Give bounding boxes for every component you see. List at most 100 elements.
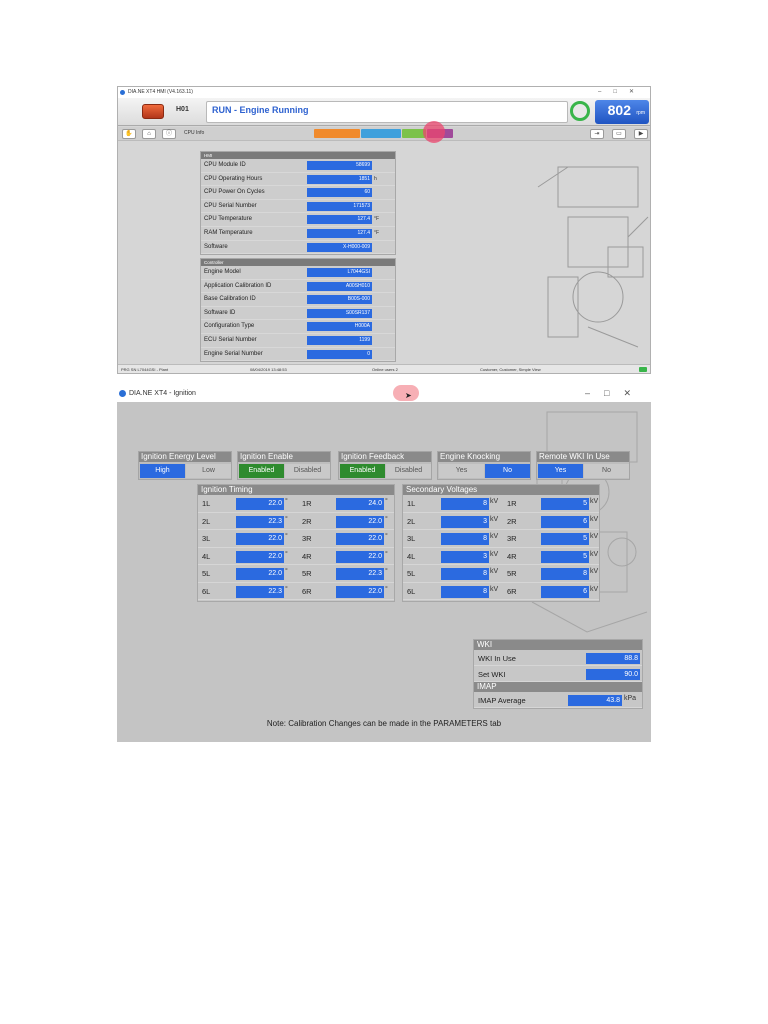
option-right-button[interactable]: Low <box>186 464 231 478</box>
cylinder-right-unit: kV <box>590 498 599 505</box>
export-icon[interactable]: ⇥ <box>590 129 604 139</box>
cylinder-left-unit: ° <box>285 585 288 593</box>
next-icon[interactable]: ▶ <box>634 129 648 139</box>
set-wki-row: Set WKI 90.0 <box>474 666 642 682</box>
info-row: RAM Temperature 127.4 °F <box>201 226 395 241</box>
info-label: Engine Model <box>204 269 241 275</box>
tab-2[interactable] <box>361 129 401 138</box>
option-left-button[interactable]: Yes <box>439 464 484 478</box>
table-row: 2L 3 kV 2R 6 kV <box>403 513 599 530</box>
option-right-button[interactable]: No <box>485 464 530 478</box>
option-group: Ignition Enable Enabled Disabled <box>237 451 331 480</box>
statusbar-view: Customer, Customer, Simple View <box>480 367 541 372</box>
option-left-button[interactable]: Enabled <box>340 464 385 478</box>
info-row: Application Calibration ID A00SH010 <box>201 279 395 294</box>
info-row: CPU Module ID 58699 <box>201 159 395 173</box>
option-right-button[interactable]: No <box>584 464 629 478</box>
imap-title: IMAP <box>474 682 642 692</box>
info-label: CPU Power On Cycles <box>204 189 265 196</box>
cylinder-right-unit: kV <box>590 550 599 558</box>
option-left-button[interactable]: Yes <box>538 464 583 478</box>
option-right-button[interactable]: Disabled <box>386 464 431 478</box>
set-wki-value[interactable]: 90.0 <box>586 669 640 680</box>
info-value: 171573 <box>307 201 372 211</box>
info-row: Base Calibration ID B00S-000 <box>201 293 395 307</box>
info-label: ECU Serial Number <box>204 336 257 343</box>
table-row: 3L 8 kV 3R 5 kV <box>403 530 599 548</box>
cylinder-left-value: 22.3 <box>236 515 284 528</box>
home-icon[interactable]: ⌂ <box>142 129 156 139</box>
table-row: 4L 22.0 ° 4R 22.0 ° <box>198 548 394 565</box>
cylinder-right-value: 6 <box>541 585 589 598</box>
secondary-voltages-table: Secondary Voltages 1L 8 kV 1R 5 kV 2L 3 kV 2R 6 kV 3… <box>402 484 600 602</box>
info-value: S00SR137 <box>307 308 372 318</box>
cylinder-left-label: 6L <box>407 586 416 596</box>
info-label: CPU Temperature <box>204 216 252 223</box>
ignition-window-title: DIA.NE XT4 - Ignition <box>129 390 196 397</box>
option-group: Remote WKI In Use Yes No <box>536 451 630 480</box>
statusbar-plant: PRG SN L7044GSI - Plant <box>121 367 169 372</box>
cylinder-right-value: 22.0 <box>336 550 384 563</box>
tab-1[interactable] <box>314 129 360 138</box>
window-controls[interactable]: –□✕ <box>585 385 645 402</box>
screen-icon[interactable]: ▭ <box>612 129 626 139</box>
info-label: CPU Serial Number <box>204 202 257 209</box>
cylinder-right-unit: kV <box>590 585 599 593</box>
cylinder-right-unit: ° <box>385 515 388 523</box>
hand-icon[interactable]: ✋ <box>122 129 136 139</box>
info-value: H000A <box>307 322 372 332</box>
cylinder-left-value: 8 <box>441 585 489 598</box>
info-label: Software <box>204 243 228 250</box>
engine-status-text: RUN - Engine Running <box>212 105 309 115</box>
hmi-window-title: DIA.NE XT4 HMI (V4.163.11) <box>128 89 193 95</box>
secondary-voltages-title: Secondary Voltages <box>403 485 599 495</box>
cylinder-left-value: 3 <box>441 515 489 528</box>
app-icon <box>120 90 125 95</box>
cylinder-left-unit: ° <box>285 550 288 558</box>
info-value: 1199 <box>307 335 372 345</box>
info-icon[interactable]: ⓘ <box>162 129 176 139</box>
cylinder-left-unit: kV <box>490 585 499 593</box>
info-value: L7044GSI <box>307 268 372 277</box>
cylinder-left-label: 4L <box>202 551 211 561</box>
info-value: A00SH010 <box>307 281 372 291</box>
engine-drawing-icon <box>537 166 649 348</box>
cylinder-left-unit: ° <box>285 568 288 575</box>
info-unit: h <box>374 175 377 182</box>
cylinder-right-label: 1R <box>507 499 517 508</box>
info-label: Configuration Type <box>204 323 255 330</box>
info-value: 60 <box>307 188 372 198</box>
app-icon <box>119 390 126 397</box>
cylinder-right-label: 3R <box>507 534 517 543</box>
controller-panel-title: Controller <box>201 259 395 266</box>
cylinder-right-value: 8 <box>541 568 589 580</box>
unit-label: H01 <box>176 106 189 113</box>
option-group-title: Remote WKI In Use <box>537 452 629 462</box>
wki-in-use-row: WKI In Use 88.8 <box>474 650 642 666</box>
ignition-timing-table: Ignition Timing 1L 22.0 ° 1R 24.0 ° 2L 22.3 ° 2R 2… <box>197 484 395 602</box>
hmi-info-panel: HMI CPU Module ID 58699 CPU Operating Hour… <box>200 151 396 256</box>
option-group-title: Ignition Enable <box>238 452 330 462</box>
rpm-display: 802 rpm <box>595 100 649 124</box>
option-left-button[interactable]: High <box>140 464 185 478</box>
engine-icon[interactable] <box>142 104 164 119</box>
wki-in-use-value: 88.8 <box>586 653 640 664</box>
cylinder-left-label: 2L <box>407 516 416 526</box>
option-right-button[interactable]: Disabled <box>285 464 330 478</box>
cylinder-right-unit: ° <box>385 585 388 593</box>
info-label: Engine Serial Number <box>204 350 263 357</box>
cylinder-left-unit: kV <box>490 533 499 540</box>
hmi-window: DIA.NE XT4 HMI (V4.163.11) –□✕ H01 RUN -… <box>117 86 651 374</box>
cylinder-right-value: 22.0 <box>336 515 384 528</box>
cylinder-left-label: 5L <box>202 569 211 578</box>
rpm-unit: rpm <box>636 110 645 116</box>
cylinder-right-label: 2R <box>507 516 517 526</box>
cylinder-left-unit: ° <box>285 533 288 540</box>
option-left-button[interactable]: Enabled <box>239 464 284 478</box>
cylinder-left-unit: kV <box>490 568 499 575</box>
cylinder-left-value: 22.0 <box>236 533 284 545</box>
window-controls[interactable]: –□✕ <box>598 87 646 98</box>
cylinder-right-unit: ° <box>385 550 388 558</box>
cylinder-right-label: 2R <box>302 516 312 526</box>
cylinder-right-label: 4R <box>302 551 312 561</box>
